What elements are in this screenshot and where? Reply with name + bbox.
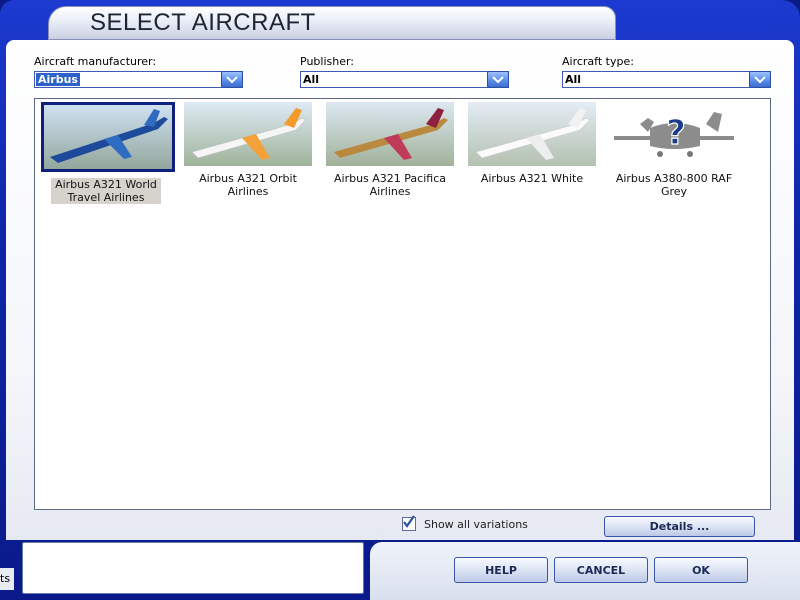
aircraft-type-value: All bbox=[565, 73, 582, 86]
aircraft-info-panel bbox=[22, 542, 364, 594]
details-button[interactable]: Details ... bbox=[604, 516, 755, 537]
chevron-down-icon[interactable] bbox=[221, 71, 243, 88]
svg-text:?: ? bbox=[666, 113, 686, 153]
help-button[interactable]: HELP bbox=[454, 557, 548, 583]
ok-button[interactable]: OK bbox=[654, 557, 748, 583]
aircraft-name: Airbus A321 Orbit Airlines bbox=[199, 172, 297, 198]
manufacturer-label: Aircraft manufacturer: bbox=[34, 55, 157, 68]
manufacturer-value: Airbus bbox=[36, 73, 80, 86]
publisher-value: All bbox=[303, 73, 320, 86]
chevron-down-icon[interactable] bbox=[749, 71, 771, 88]
checkmark-icon bbox=[403, 515, 415, 528]
aircraft-type-dropdown[interactable]: All bbox=[562, 71, 771, 88]
aircraft-thumbnail[interactable] bbox=[41, 102, 175, 172]
aircraft-type-label: Aircraft type: bbox=[562, 55, 634, 68]
aircraft-thumbnail[interactable] bbox=[184, 102, 312, 166]
publisher-dropdown[interactable]: All bbox=[300, 71, 509, 88]
cancel-button[interactable]: CANCEL bbox=[554, 557, 648, 583]
taskbar-fragment: ts bbox=[0, 568, 14, 590]
window-frame: SELECT AIRCRAFT Aircraft manufacturer: A… bbox=[0, 0, 800, 600]
aircraft-thumbnail[interactable] bbox=[326, 102, 454, 166]
aircraft-name: Airbus A321 Pacifica Airlines bbox=[333, 172, 446, 198]
aircraft-tile[interactable]: Airbus A321 White bbox=[467, 102, 597, 185]
aircraft-tile[interactable]: Airbus A321 World Travel Airlines bbox=[41, 102, 175, 204]
aircraft-tile[interactable]: Airbus A321 Pacifica Airlines bbox=[325, 102, 455, 198]
chevron-down-icon[interactable] bbox=[487, 71, 509, 88]
show-all-variations-option[interactable]: Show all variations bbox=[402, 515, 528, 531]
show-all-variations-label: Show all variations bbox=[424, 517, 528, 531]
window-title: SELECT AIRCRAFT bbox=[90, 9, 316, 36]
aircraft-thumbnail[interactable] bbox=[468, 102, 596, 166]
aircraft-thumbnail[interactable]: ? bbox=[610, 102, 738, 166]
show-all-variations-checkbox[interactable] bbox=[402, 515, 416, 531]
aircraft-name: Airbus A321 White bbox=[480, 172, 584, 185]
publisher-label: Publisher: bbox=[300, 55, 355, 68]
aircraft-tile[interactable]: Airbus A321 Orbit Airlines bbox=[183, 102, 313, 198]
question-mark-icon: ? bbox=[610, 102, 738, 166]
aircraft-name: Airbus A380-800 RAF Grey bbox=[615, 172, 733, 198]
aircraft-tile[interactable]: ? Airbus A380-800 RAF Grey bbox=[609, 102, 739, 198]
aircraft-gallery[interactable]: Airbus A321 World Travel Airlines Airbus… bbox=[34, 98, 771, 510]
manufacturer-dropdown[interactable]: Airbus bbox=[34, 71, 243, 88]
aircraft-name: Airbus A321 World Travel Airlines bbox=[51, 178, 161, 204]
